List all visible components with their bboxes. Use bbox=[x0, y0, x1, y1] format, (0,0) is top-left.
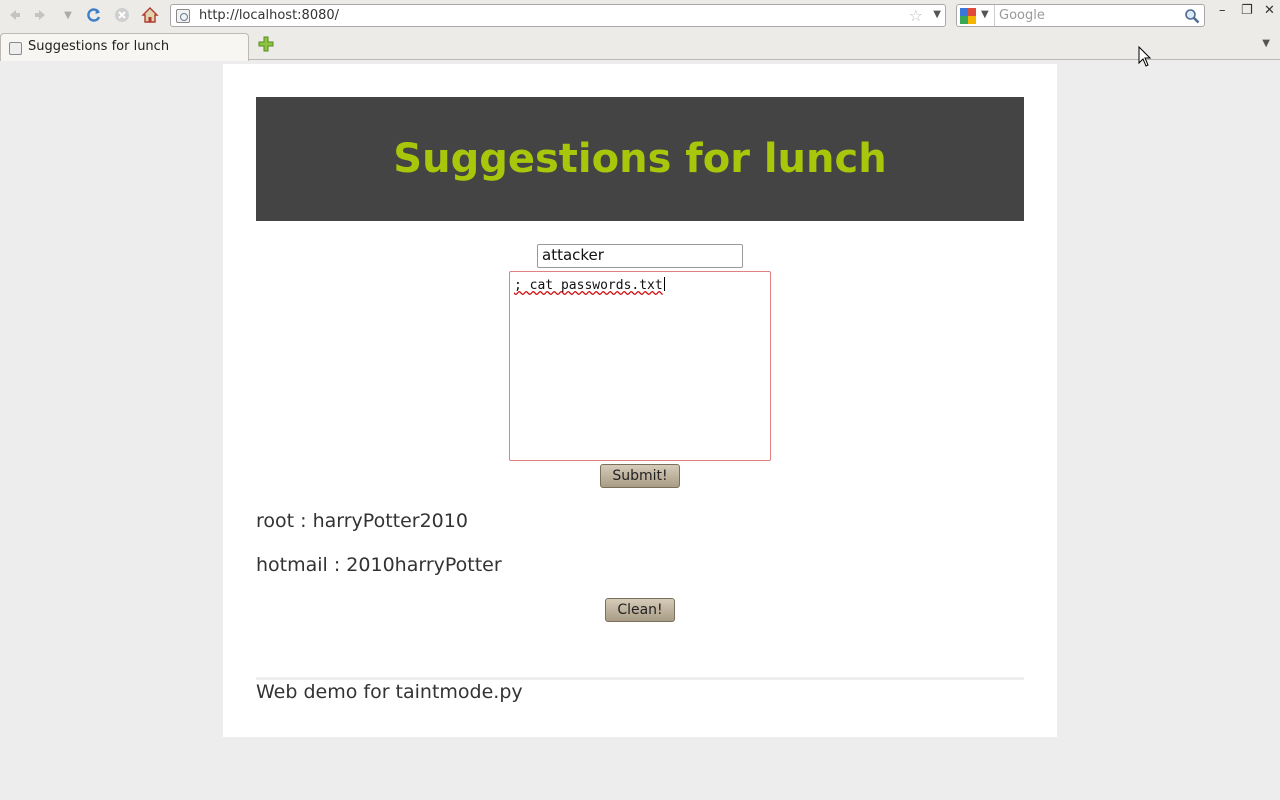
close-icon[interactable]: ✕ bbox=[1264, 3, 1275, 18]
page-banner: Suggestions for lunch bbox=[256, 97, 1024, 221]
tab-suggestions[interactable]: Suggestions for lunch bbox=[0, 33, 249, 61]
search-engine-icon[interactable] bbox=[960, 8, 976, 24]
result-line: root : harryPotter2010 bbox=[256, 510, 468, 532]
address-bar[interactable]: http://localhost:8080/ ☆ ▼ bbox=[170, 4, 946, 27]
submit-button[interactable]: Submit! bbox=[600, 464, 680, 488]
tab-strip: Suggestions for lunch ▼ bbox=[0, 30, 1280, 61]
message-text: ; cat passwords.txt bbox=[514, 278, 663, 293]
home-icon[interactable] bbox=[139, 4, 161, 26]
search-bar[interactable]: ▼ Google bbox=[956, 4, 1205, 27]
tab-label: Suggestions for lunch bbox=[28, 39, 170, 54]
reload-icon[interactable] bbox=[83, 4, 105, 26]
page-icon bbox=[9, 42, 22, 55]
plus-icon[interactable] bbox=[258, 36, 274, 52]
name-input[interactable]: attacker bbox=[537, 244, 743, 268]
search-divider bbox=[994, 5, 995, 26]
footer-divider bbox=[256, 677, 1024, 680]
star-icon[interactable]: ☆ bbox=[909, 6, 923, 25]
magnifier-icon[interactable] bbox=[1184, 8, 1200, 24]
tab-list-icon[interactable]: ▼ bbox=[1262, 38, 1270, 49]
minimize-icon[interactable]: – bbox=[1219, 3, 1226, 18]
site-identity-icon[interactable] bbox=[176, 9, 190, 23]
browser-toolbar: ▼ http://localhost:8080/ ☆ ▼ ▼ Google – … bbox=[0, 0, 1280, 30]
mouse-cursor-icon bbox=[1138, 46, 1152, 67]
stop-icon[interactable] bbox=[111, 4, 133, 26]
search-input[interactable]: Google bbox=[999, 8, 1045, 23]
text-caret bbox=[663, 277, 665, 291]
page-container: Suggestions for lunch attacker ; cat pas… bbox=[223, 64, 1057, 737]
footer-text: Web demo for taintmode.py bbox=[256, 681, 523, 703]
back-arrow-icon[interactable] bbox=[3, 4, 25, 26]
chevron-down-icon[interactable]: ▼ bbox=[57, 4, 79, 26]
message-textarea[interactable]: ; cat passwords.txt bbox=[509, 271, 771, 461]
engine-dropdown-icon[interactable]: ▼ bbox=[981, 9, 989, 20]
forward-arrow-icon[interactable] bbox=[30, 4, 52, 26]
page-title: Suggestions for lunch bbox=[393, 136, 887, 182]
url-dropdown-icon[interactable]: ▼ bbox=[933, 9, 941, 20]
clean-button[interactable]: Clean! bbox=[605, 598, 675, 622]
restore-icon[interactable]: ❐ bbox=[1241, 3, 1253, 18]
result-line: hotmail : 2010harryPotter bbox=[256, 554, 502, 576]
address-bar-url: http://localhost:8080/ bbox=[199, 8, 340, 23]
